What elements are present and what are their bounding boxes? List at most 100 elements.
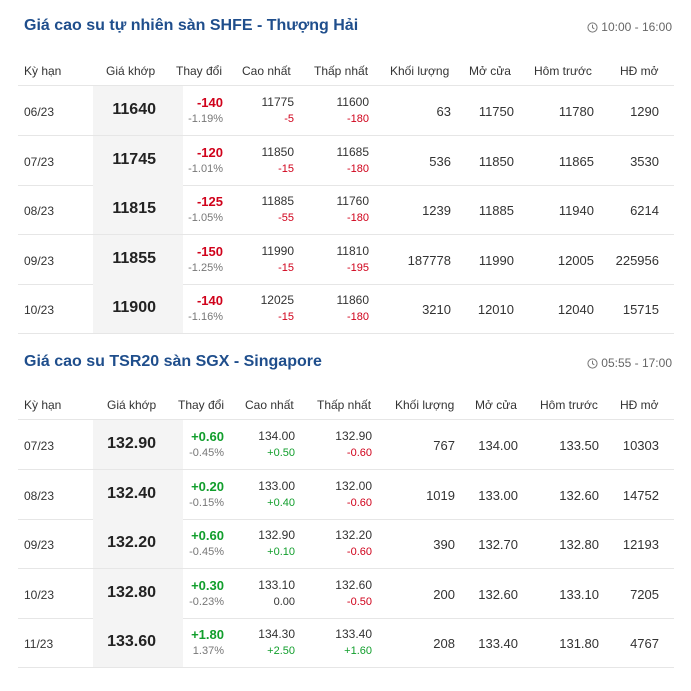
volume-cell: 3210 <box>422 302 451 318</box>
table-row: 10/23 132.80 +0.30 -0.23% 133.10 0.00 132.60 -0… <box>18 568 674 619</box>
header-low: Thấp nhất <box>317 398 372 412</box>
header-prev: Hôm trước <box>540 398 598 412</box>
high-change-cell: -5 <box>284 113 294 125</box>
open-interest-cell: 1290 <box>630 104 659 119</box>
open-cell: 12010 <box>477 302 514 318</box>
low-change-cell: -0.60 <box>346 496 372 509</box>
section-title: Giá cao su tự nhiên sàn SHFE - Thượng Hả… <box>24 17 359 34</box>
previous-close-cell: 12005 <box>557 252 594 268</box>
previous-close-cell: 131.80 <box>559 636 599 652</box>
change-percent-cell: -1.16% <box>188 311 223 324</box>
low-change-cell: -0.60 <box>346 546 372 559</box>
table-header: Kỳ hạn Giá khớp Thay đổi Cao nhất Thấp n… <box>18 390 674 420</box>
shfe-section: Giá cao su tự nhiên sàn SHFE - Thượng Hả… <box>18 17 674 337</box>
open-cell: 11990 <box>478 252 514 268</box>
previous-close-cell: 12040 <box>557 302 594 318</box>
low-change-cell: -180 <box>346 212 369 225</box>
high-change-cell: +0.10 <box>267 546 295 559</box>
high-cell: 11775 <box>261 95 294 109</box>
table-row: 07/23 132.90 +0.60 -0.45% 134.00 +0.50 132.90 -… <box>18 420 674 470</box>
trading-hours-text: 10:00 - 16:00 <box>601 20 672 34</box>
table-row: 09/23 11855 -150 -1.25% 11990 -15 11810 -195 187… <box>18 234 674 285</box>
high-change-cell: +2.50 <box>267 645 295 658</box>
open-cell: 133.40 <box>478 636 518 652</box>
change-cell: -150 <box>196 243 223 259</box>
sgx-section: Giá cao su TSR20 sàn SGX - Singapore 05:… <box>18 353 674 673</box>
trading-hours-text: 05:55 - 17:00 <box>601 356 672 370</box>
low-cell: 11860 <box>336 293 369 308</box>
low-change-cell: -180 <box>346 113 369 125</box>
change-percent-cell: 1.37% <box>192 645 224 658</box>
price-cell: 11745 <box>112 150 156 168</box>
high-cell: 133.10 <box>258 577 295 592</box>
low-cell: 11685 <box>336 144 369 159</box>
term-cell: 09/23 <box>24 253 55 268</box>
low-cell: 133.40 <box>335 627 372 642</box>
high-change-cell: -55 <box>278 212 294 225</box>
open-interest-cell: 15715 <box>622 302 659 318</box>
change-percent-cell: -0.45% <box>189 546 224 559</box>
volume-cell: 1019 <box>426 487 455 503</box>
previous-close-cell: 11940 <box>558 203 594 219</box>
open-cell: 132.70 <box>478 537 518 553</box>
low-cell: 132.00 <box>335 478 372 493</box>
table-row: 08/23 132.40 +0.20 -0.15% 133.00 +0.40 132.00 -… <box>18 469 674 520</box>
change-percent-cell: -1.19% <box>188 113 223 125</box>
header-low: Thấp nhất <box>314 64 369 78</box>
open-interest-cell: 225956 <box>615 252 659 268</box>
price-cell: 132.20 <box>107 534 156 552</box>
change-cell: -140 <box>196 293 223 309</box>
term-cell: 09/23 <box>24 538 55 553</box>
volume-cell: 187778 <box>407 252 451 268</box>
change-cell: +1.80 <box>191 627 224 643</box>
high-cell: 133.00 <box>258 478 295 493</box>
low-cell: 11760 <box>336 194 369 209</box>
high-cell: 11990 <box>261 243 294 258</box>
table-row: 08/23 11815 -125 -1.05% 11885 -55 11760 -180 123… <box>18 185 674 236</box>
price-cell: 11815 <box>112 200 156 218</box>
open-interest-cell: 3530 <box>630 153 659 169</box>
high-change-cell: -15 <box>278 162 294 175</box>
high-change-cell: +0.50 <box>267 447 295 459</box>
table-row: 09/23 132.20 +0.60 -0.45% 132.90 +0.10 132.20 -… <box>18 519 674 570</box>
open-cell: 11750 <box>478 104 514 119</box>
term-cell: 10/23 <box>24 303 55 318</box>
header-change: Thay đổi <box>176 64 223 78</box>
change-cell: -140 <box>196 95 223 110</box>
low-change-cell: -195 <box>346 261 369 274</box>
open-interest-cell: 10303 <box>622 438 659 453</box>
price-cell: 11640 <box>112 101 156 118</box>
change-percent-cell: -0.15% <box>189 496 224 509</box>
previous-close-cell: 11780 <box>558 104 594 119</box>
header-change: Thay đổi <box>178 398 225 412</box>
table-row: 07/23 11745 -120 -1.01% 11850 -15 11685 -180 536… <box>18 135 674 186</box>
high-change-cell: 0.00 <box>273 595 295 608</box>
high-cell: 11850 <box>261 144 294 159</box>
price-cell: 133.60 <box>107 633 156 651</box>
open-interest-cell: 14752 <box>622 487 659 503</box>
header-volume: Khối lượng <box>395 398 455 412</box>
open-interest-cell: 4767 <box>630 636 659 652</box>
high-change-cell: -15 <box>278 311 294 324</box>
price-cell: 11900 <box>112 299 156 317</box>
section-header: Giá cao su tự nhiên sàn SHFE - Thượng Hả… <box>18 17 674 39</box>
header-term: Kỳ hạn <box>24 398 62 412</box>
header-price: Giá khớp <box>106 64 156 78</box>
change-percent-cell: -1.01% <box>188 162 223 175</box>
volume-cell: 390 <box>433 537 455 553</box>
high-change-cell: -15 <box>278 261 294 274</box>
high-cell: 132.90 <box>258 528 295 543</box>
high-cell: 134.00 <box>258 429 295 443</box>
clock-icon <box>587 21 598 33</box>
price-cell: 132.90 <box>107 435 156 452</box>
header-high: Cao nhất <box>242 64 291 78</box>
change-cell: +0.60 <box>191 528 224 544</box>
high-change-cell: +0.40 <box>267 496 295 509</box>
open-cell: 134.00 <box>478 438 518 453</box>
header-high: Cao nhất <box>245 398 294 412</box>
price-cell: 132.40 <box>107 484 156 502</box>
volume-cell: 63 <box>436 104 451 119</box>
term-cell: 07/23 <box>24 154 55 169</box>
clock-icon <box>587 357 598 369</box>
previous-close-cell: 133.10 <box>559 586 599 602</box>
